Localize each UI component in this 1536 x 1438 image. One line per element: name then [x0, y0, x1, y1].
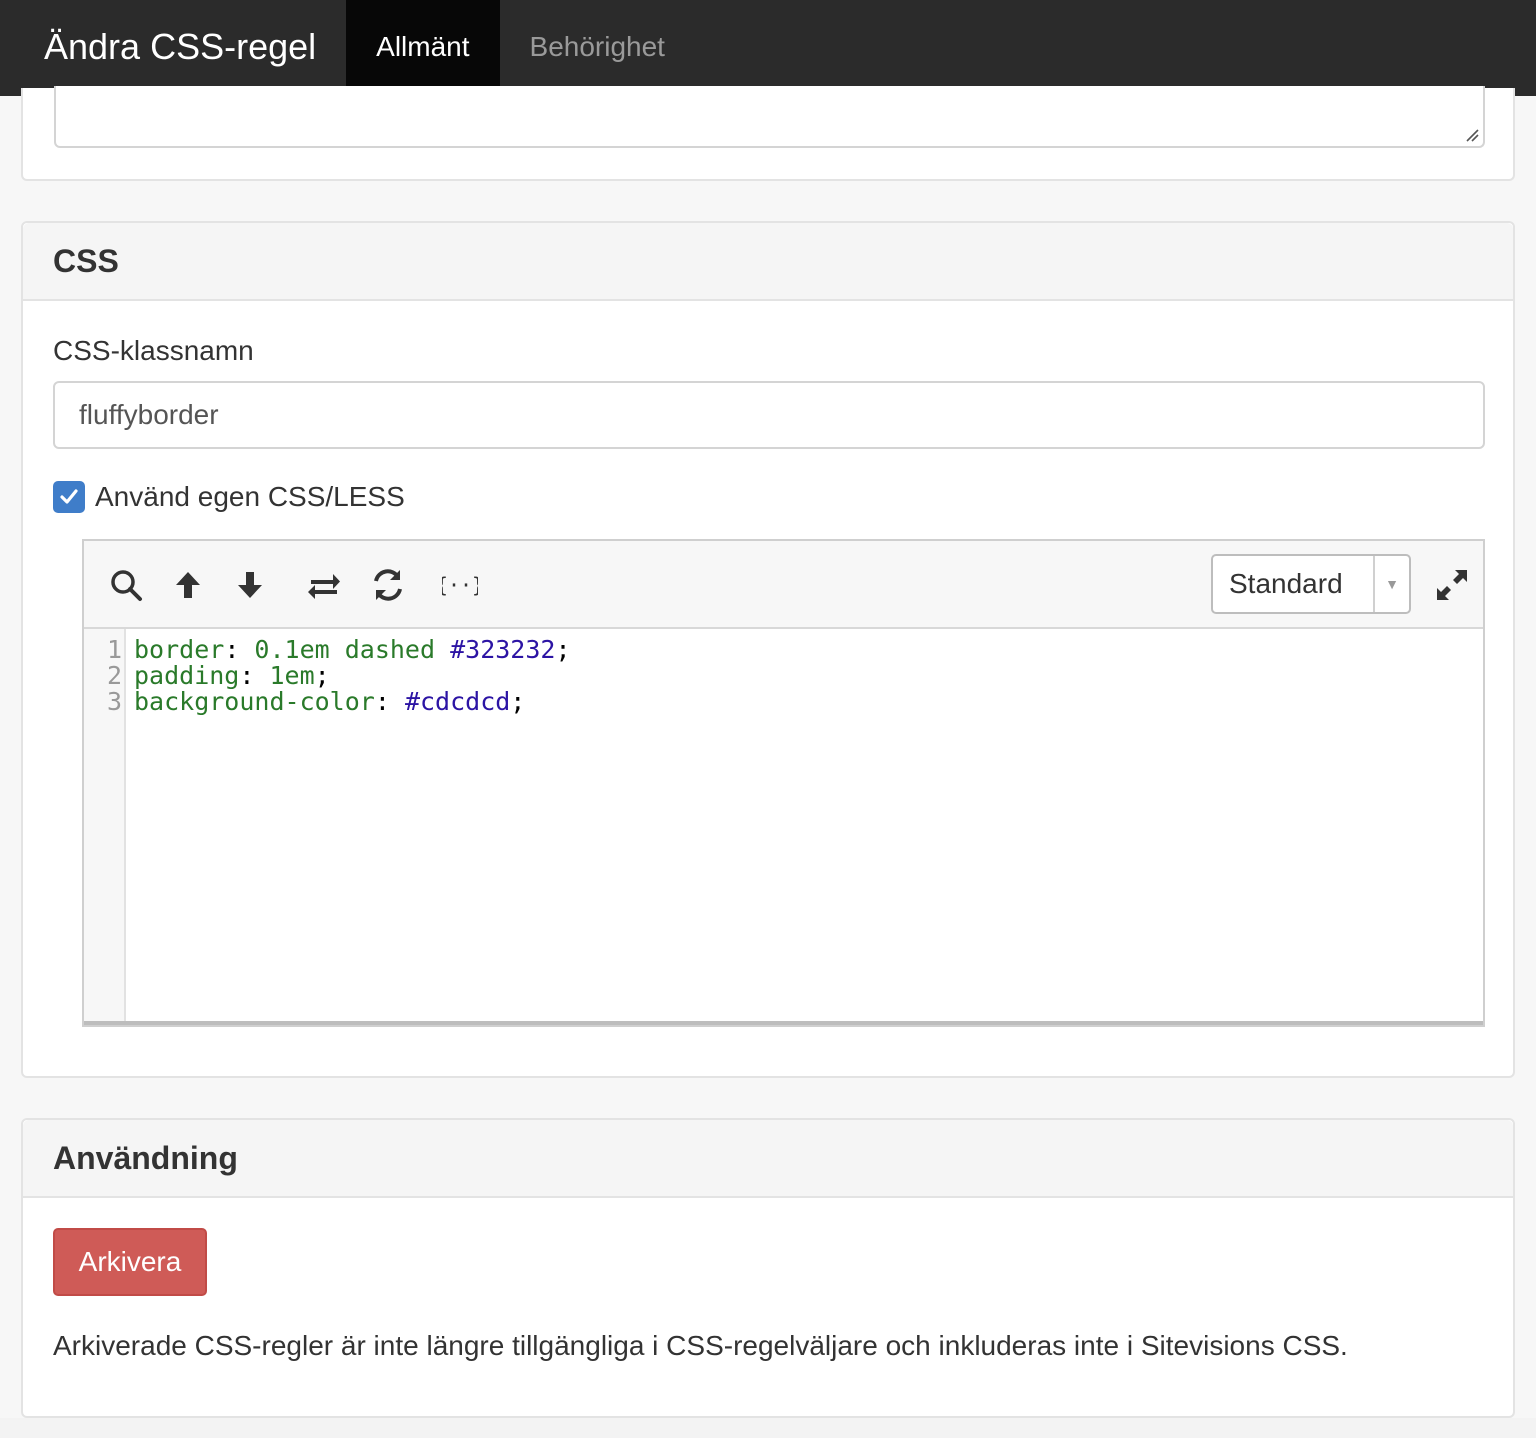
page-bottom-edge [0, 1418, 1536, 1438]
svg-text:{··}: {··} [442, 573, 478, 597]
arrow-down-icon[interactable] [232, 567, 268, 603]
custom-css-label: Använd egen CSS/LESS [95, 481, 405, 512]
editor-mode-value: Standard [1229, 568, 1343, 599]
refresh-icon[interactable] [370, 567, 406, 603]
usage-panel-heading: Användning [23, 1120, 1513, 1198]
css-panel-heading: CSS [23, 223, 1513, 301]
code-property: background-color [134, 687, 375, 716]
format-braces-icon[interactable]: {··} [442, 567, 478, 603]
code-terminator: ; [314, 661, 330, 690]
code-property: border [134, 635, 225, 664]
code-terminator: ; [555, 635, 571, 664]
resize-grip-icon[interactable] [1465, 128, 1479, 142]
custom-css-checkbox-row[interactable]: Använd egen CSS/LESS [53, 481, 405, 513]
code-line[interactable]: background-color: #cdcdcd; [134, 689, 525, 715]
description-textarea[interactable] [54, 86, 1485, 148]
editor-resize-bar[interactable] [84, 1021, 1483, 1025]
code-line[interactable]: border: 0.1em dashed #323232; [134, 637, 571, 663]
line-number: 2 [106, 661, 122, 690]
fullscreen-expand-icon[interactable] [1434, 567, 1470, 603]
class-name-input[interactable] [53, 381, 1485, 449]
custom-css-checkbox[interactable] [53, 481, 85, 513]
code-separator: : [224, 635, 255, 664]
tab-allmant[interactable]: Allmänt [346, 0, 500, 94]
chevron-down-icon[interactable]: ▼ [1373, 556, 1409, 612]
archive-button[interactable]: Arkivera [53, 1228, 207, 1296]
code-separator: : [239, 661, 270, 690]
checkmark-icon [60, 489, 78, 504]
description-panel [21, 86, 1515, 181]
css-panel: CSS CSS-klassnamn Använd egen CSS/LESS [21, 221, 1515, 1078]
code-value: 0.1em dashed [254, 635, 451, 664]
code-separator: : [374, 687, 405, 716]
code-terminator: ; [510, 687, 526, 716]
swap-icon[interactable] [306, 567, 342, 603]
code-value: 1em [269, 661, 315, 690]
line-number: 1 [106, 635, 122, 664]
editor-mode-select[interactable]: Standard ▼ [1211, 554, 1411, 614]
code-editor[interactable]: {··} Standard ▼ 1 border: 0.1em dashed #… [82, 539, 1485, 1027]
code-line[interactable]: padding: 1em; [134, 663, 330, 689]
page-title: Ändra CSS-regel [44, 26, 317, 67]
code-color-value: #323232 [450, 635, 556, 664]
code-area[interactable]: 1 border: 0.1em dashed #323232; 2 paddin… [84, 629, 1483, 1021]
class-name-label: CSS-klassnamn [53, 335, 254, 366]
search-icon[interactable] [108, 567, 144, 603]
editor-toolbar: {··} Standard ▼ [84, 541, 1483, 629]
top-navbar: Ändra CSS-regel Allmänt Behörighet [0, 0, 1536, 96]
usage-panel: Användning Arkivera Arkiverade CSS-regle… [21, 1118, 1515, 1418]
code-color-value: #cdcdcd [404, 687, 511, 716]
tab-behorighet[interactable]: Behörighet [500, 0, 695, 94]
code-property: padding [134, 661, 240, 690]
arrow-up-icon[interactable] [170, 567, 206, 603]
archive-description: Arkiverade CSS-regler är inte längre til… [53, 1330, 1348, 1361]
line-number: 3 [106, 687, 122, 716]
